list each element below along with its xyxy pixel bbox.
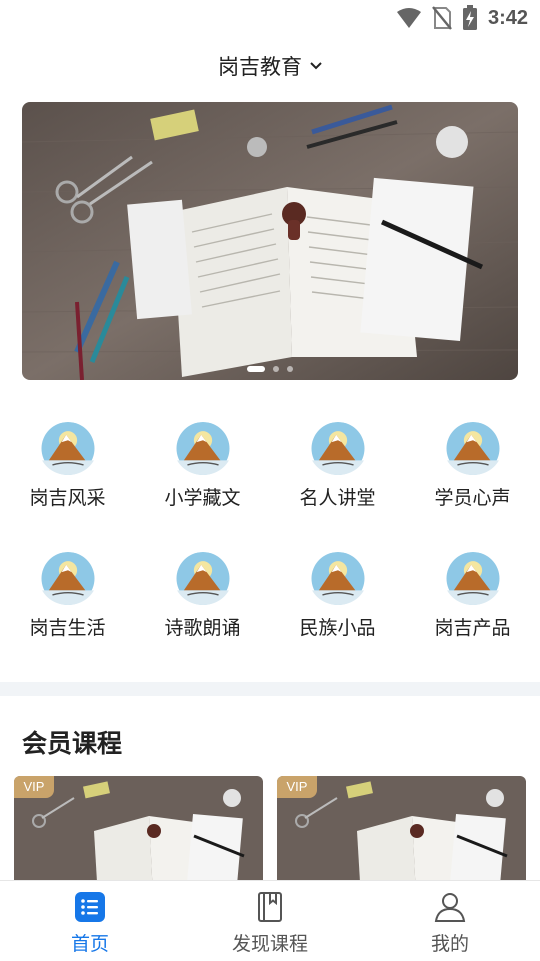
nav-label: 发现课程 <box>231 933 308 955</box>
carousel-dot-active[interactable] <box>247 366 265 372</box>
section-divider <box>0 682 540 696</box>
category-item[interactable]: 名人讲堂 <box>270 400 405 510</box>
carousel-dot[interactable] <box>287 366 293 372</box>
category-item[interactable]: 学员心声 <box>405 400 540 510</box>
category-label: 小学藏文 <box>164 487 241 509</box>
mountain-logo-icon <box>176 422 229 475</box>
category-label: 名人讲堂 <box>299 487 376 509</box>
status-bar: 3:42 <box>0 0 540 36</box>
banner-image <box>22 102 518 380</box>
category-item[interactable]: 民族小品 <box>270 530 405 640</box>
category-label: 岗吉生活 <box>29 617 106 639</box>
vip-badge: VIP <box>277 776 317 798</box>
mountain-logo-icon <box>446 422 499 475</box>
battery-charging-icon <box>462 5 477 30</box>
category-item[interactable]: 岗吉风采 <box>0 400 135 510</box>
nav-label: 首页 <box>70 933 109 955</box>
category-label: 民族小品 <box>299 617 376 639</box>
bottom-nav: 首页 发现课程 我的 <box>0 880 540 961</box>
category-item[interactable]: 岗吉生活 <box>0 530 135 640</box>
mountain-logo-icon <box>311 422 364 475</box>
nav-profile[interactable]: 我的 <box>360 881 540 961</box>
wifi-icon <box>396 8 421 28</box>
banner-carousel[interactable] <box>22 102 518 380</box>
mountain-logo-icon <box>41 552 94 605</box>
course-card[interactable]: VIP <box>277 776 526 882</box>
status-icons: 3:42 <box>396 4 528 32</box>
chevron-down-icon <box>310 62 322 70</box>
org-selector[interactable]: 岗吉教育 <box>0 46 540 86</box>
mountain-logo-icon <box>41 422 94 475</box>
category-label: 学员心声 <box>434 487 511 509</box>
page-title: 岗吉教育 <box>218 55 302 79</box>
vip-badge: VIP <box>14 776 54 798</box>
carousel-dots <box>22 366 518 372</box>
user-icon <box>434 893 466 922</box>
mountain-logo-icon <box>176 552 229 605</box>
category-grid: 岗吉风采 小学藏文 名人讲堂 学员心声 岗吉生活 诗歌朗诵 民族小品 岗吉产品 <box>0 400 540 640</box>
category-label: 诗歌朗诵 <box>164 617 241 639</box>
category-item[interactable]: 岗吉产品 <box>405 530 540 640</box>
category-label: 岗吉产品 <box>434 617 511 639</box>
mountain-logo-icon <box>311 552 364 605</box>
category-item[interactable]: 小学藏文 <box>135 400 270 510</box>
nav-discover-courses[interactable]: 发现课程 <box>180 881 360 961</box>
no-sim-icon <box>432 6 452 30</box>
carousel-dot[interactable] <box>273 366 279 372</box>
book-icon <box>258 892 282 922</box>
home-list-icon <box>75 892 105 922</box>
course-card[interactable]: VIP <box>14 776 263 882</box>
member-course-list: VIP VIP <box>14 776 526 882</box>
status-time: 3:42 <box>487 6 528 29</box>
category-label: 岗吉风采 <box>29 487 106 509</box>
nav-home[interactable]: 首页 <box>0 881 180 961</box>
nav-label: 我的 <box>430 933 469 955</box>
mountain-logo-icon <box>446 552 499 605</box>
section-title: 会员课程 <box>22 729 123 758</box>
category-item[interactable]: 诗歌朗诵 <box>135 530 270 640</box>
